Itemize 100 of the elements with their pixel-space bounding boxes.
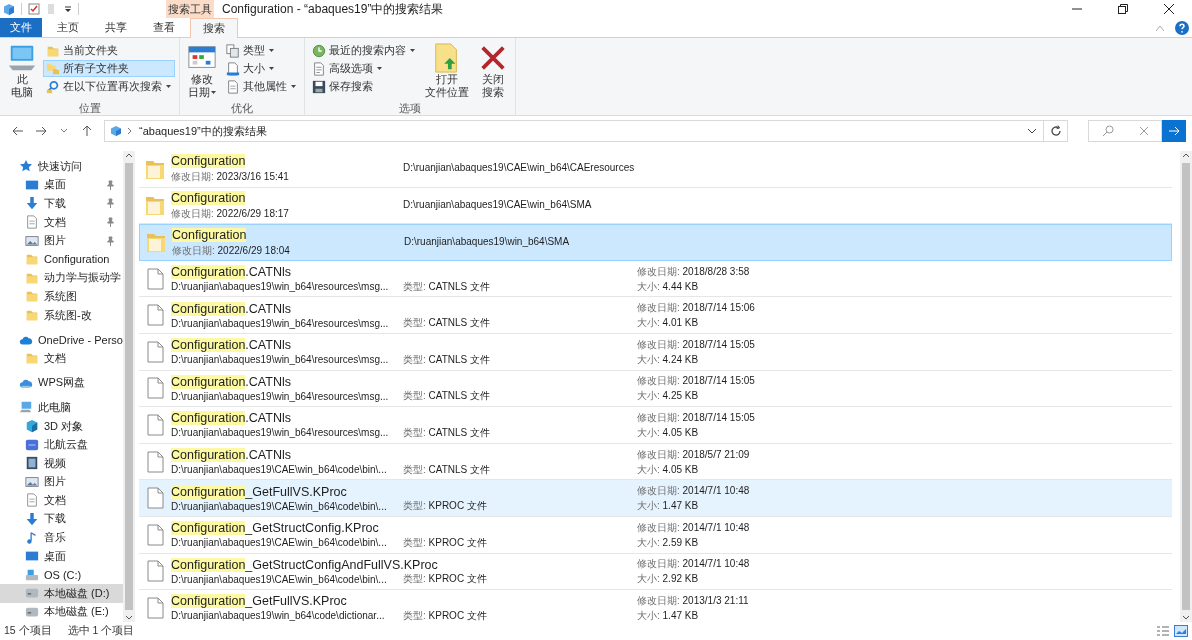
ribbon-tab[interactable]: 共享 (94, 18, 138, 37)
sidebar-item[interactable]: 下载 (0, 194, 123, 213)
ribbon-button[interactable]: 类型 (223, 42, 300, 59)
ribbon-tab[interactable]: 搜索 (190, 18, 238, 38)
search-field[interactable] (1088, 120, 1162, 142)
ribbon-button[interactable]: 关闭 搜索 (475, 41, 511, 101)
help-icon[interactable] (1175, 20, 1189, 35)
file-path: D:\ruanjian\abaques19\win_b64\code\dictionar... (171, 610, 386, 622)
file-path: D:\ruanjian\abaques19\CAE\win_b64\code\bin\... (171, 537, 388, 549)
sidebar-item[interactable]: 此电脑 (0, 398, 123, 417)
caret-icon (165, 83, 172, 90)
file-row[interactable]: Configuration.CATNls D:\ruanjian\abaques19\win_b64\resources\msg... 类型: CATNLS 文件 修改日期: 2018/7/14 15:06 大小: 4.01 KB (139, 297, 1172, 334)
ribbon-button[interactable]: 大小 (223, 60, 300, 77)
caret-icon (268, 47, 275, 54)
sidebar-item[interactable]: 文档 (0, 491, 123, 510)
picture-icon (25, 474, 39, 489)
properties-icon[interactable] (28, 3, 40, 15)
ribbon-button[interactable]: 高级选项 (309, 60, 419, 77)
ribbon-button[interactable]: 打开 文件位置 (422, 41, 472, 101)
file-row[interactable]: Configuration 修改日期: 2022/6/29 18:04 D:\ruanjian\abaques19\win_b64\SMA (139, 224, 1172, 261)
field-value: KPROC 文件 (428, 609, 487, 621)
sidebar-item[interactable]: 视频 (0, 453, 123, 473)
group-label: 优化 (230, 101, 254, 116)
file-row[interactable]: Configuration.CATNls D:\ruanjian\abaques19\win_b64\resources\msg... 类型: CATNLS 文件 修改日期: 2018/8/28 3:58 大小: 4.44 KB (139, 260, 1172, 298)
sidebar-item[interactable]: 系统图 (0, 287, 123, 306)
sidebar-item[interactable]: 快速访问 (0, 157, 123, 176)
back-arrow-icon (11, 126, 24, 136)
file-row[interactable]: Configuration.CATNls D:\ruanjian\abaques19\win_b64\resources\msg... 类型: CATNLS 文件 修改日期: 2018/7/14 15:05 大小: 4.24 KB (139, 333, 1172, 371)
scroll-up-icon[interactable] (1181, 151, 1191, 159)
breadcrumb[interactable]: “abaques19”中的搜索结果 (139, 123, 267, 139)
sidebar-item[interactable]: 动力学与振动学 (0, 268, 123, 288)
file-row[interactable]: Configuration.CATNls D:\ruanjian\abaques19\win_b64\resources\msg... 类型: CATNLS 文件 修改日期: 2018/7/14 15:05 大小: 4.05 KB (139, 407, 1172, 444)
file-row[interactable]: Configuration_GetFullVS.KProc D:\ruanjian\abaques19\CAE\win_b64\code\bin\... 类型: KPROC 文件 修改日期: 2014/7/1 10:48 大小: 1.47 KB (139, 480, 1172, 517)
ribbon-tab[interactable]: 文件 (0, 18, 42, 37)
sidebar-item[interactable]: 文档 (0, 348, 123, 368)
ribbon-button[interactable]: 当前文件夹 (43, 42, 175, 59)
file-path: D:\ruanjian\abaques19\win_b64\resources\msg... (171, 317, 390, 329)
star-icon (19, 159, 33, 174)
field-label: 修改日期: (637, 302, 680, 314)
folder-icon (25, 289, 39, 304)
file-name: Configuration.CATNls (171, 301, 291, 316)
customize-caret-icon[interactable] (64, 5, 72, 13)
sidebar-item[interactable]: 图片 (0, 472, 123, 492)
ribbon-button[interactable]: 保存搜索 (309, 78, 419, 95)
ribbon-tab[interactable]: 查看 (142, 18, 186, 37)
sidebar-item[interactable]: 音乐 (0, 528, 123, 547)
ribbon-button[interactable]: 最近的搜索内容 (309, 42, 419, 59)
sidebar-item[interactable]: Configuration (0, 249, 123, 269)
field-label: 大小: (637, 463, 660, 475)
sidebar-item[interactable]: OS (C:) (0, 565, 123, 585)
file-row[interactable]: Configuration_GetFullVS.KProc D:\ruanjian\abaques19\win_b64\code\dictionar... 类型: KPROC 文件 修改日期: 2013/1/3 21:11 大小: 1.47 KB (139, 590, 1172, 622)
ribbon-button[interactable]: 此 电脑 (4, 41, 40, 101)
sidebar-item[interactable]: 本地磁盘 (D:) (0, 584, 123, 603)
ribbon-button[interactable]: 在以下位置再次搜索 (43, 78, 175, 95)
sidebar-item[interactable]: WPS网盘 (0, 373, 123, 393)
sidebar-item[interactable]: 文档 (0, 212, 123, 232)
file-path: D:\ruanjian\abaques19\win_b64\resources\msg... (171, 427, 390, 439)
scroll-up-icon[interactable] (124, 151, 134, 159)
field-label: 大小: (637, 426, 660, 438)
document-icon (226, 61, 240, 76)
file-row[interactable]: Configuration_GetStructConfig.KProc D:\ruanjian\abaques19\CAE\win_b64\code\bin\... 类型: KPROC 文件 修改日期: 2014/7/1 10:48 大小: 2.59 KB (139, 516, 1172, 554)
sidebar-item[interactable]: 图片 (0, 231, 123, 250)
chevron-down-icon[interactable] (1027, 128, 1037, 134)
sidebar-item[interactable]: 3D 对象 (0, 416, 123, 436)
field-label: 类型: (403, 426, 426, 438)
sidebar-item[interactable]: 本地磁盘 (E:) (0, 602, 123, 622)
sidebar-item[interactable]: 桌面 (0, 546, 123, 566)
field-value: 2022/6/29 18:04 (217, 245, 290, 256)
sidebar-item[interactable]: 北航云盘 (0, 435, 123, 454)
ribbon-button[interactable]: 其他属性 (223, 78, 300, 95)
field-value: 4.05 KB (662, 426, 699, 438)
clear-icon[interactable] (1138, 126, 1149, 136)
field-value: 4.25 KB (662, 390, 699, 402)
file-row[interactable]: Configuration 修改日期: 2023/3/16 15:41 D:\ruanjian\abaques19\CAE\win_b64\CAEresources (139, 151, 1172, 188)
sidebar-item[interactable]: 桌面 (0, 175, 123, 195)
scroll-down-icon[interactable] (124, 614, 134, 622)
large-icons-view-icon[interactable] (1174, 625, 1188, 637)
scrollbar-thumb[interactable] (1182, 163, 1190, 610)
file-name: Configuration.CATNls (171, 265, 291, 280)
sidebar-item[interactable]: OneDrive - Perso (0, 330, 123, 349)
caret-icon (209, 89, 217, 96)
app-icon[interactable] (3, 3, 15, 15)
scroll-down-icon[interactable] (1181, 614, 1191, 622)
document-icon (312, 61, 326, 76)
sidebar-item[interactable]: 系统图-改 (0, 305, 123, 325)
clock-icon (312, 43, 326, 58)
field-label: 类型: (403, 536, 426, 548)
window-title: Configuration - “abaques19”中的搜索结果 (221, 0, 445, 18)
ribbon-button[interactable]: 修改 日期 (184, 41, 220, 101)
field-label: 大小: (637, 500, 660, 512)
address-field[interactable]: “abaques19”中的搜索结果 (104, 120, 1068, 142)
sidebar-item[interactable]: 下载 (0, 509, 123, 529)
arrow-right-icon (1168, 126, 1180, 136)
file-row[interactable]: Configuration.CATNls D:\ruanjian\abaques19\win_b64\resources\msg... 类型: CATNLS 文件 修改日期: 2018/7/14 15:05 大小: 4.25 KB (139, 370, 1172, 408)
file-row[interactable]: Configuration_GetStructConfigAndFullVS.KProc D:\ruanjian\abaques19\CAE\win_b64\code\bin\... 类型: KPROC 文件 修改日期: 2014/7/1 10:48 大小: 2.92 KB (139, 553, 1172, 591)
scrollbar-thumb[interactable] (125, 163, 133, 610)
ribbon-tab[interactable]: 主页 (46, 18, 90, 37)
ribbon-button[interactable]: 所有子文件夹 (43, 60, 175, 77)
field-value: 2023/3/16 15:41 (216, 171, 289, 183)
field-label: 修改日期: (171, 207, 214, 219)
